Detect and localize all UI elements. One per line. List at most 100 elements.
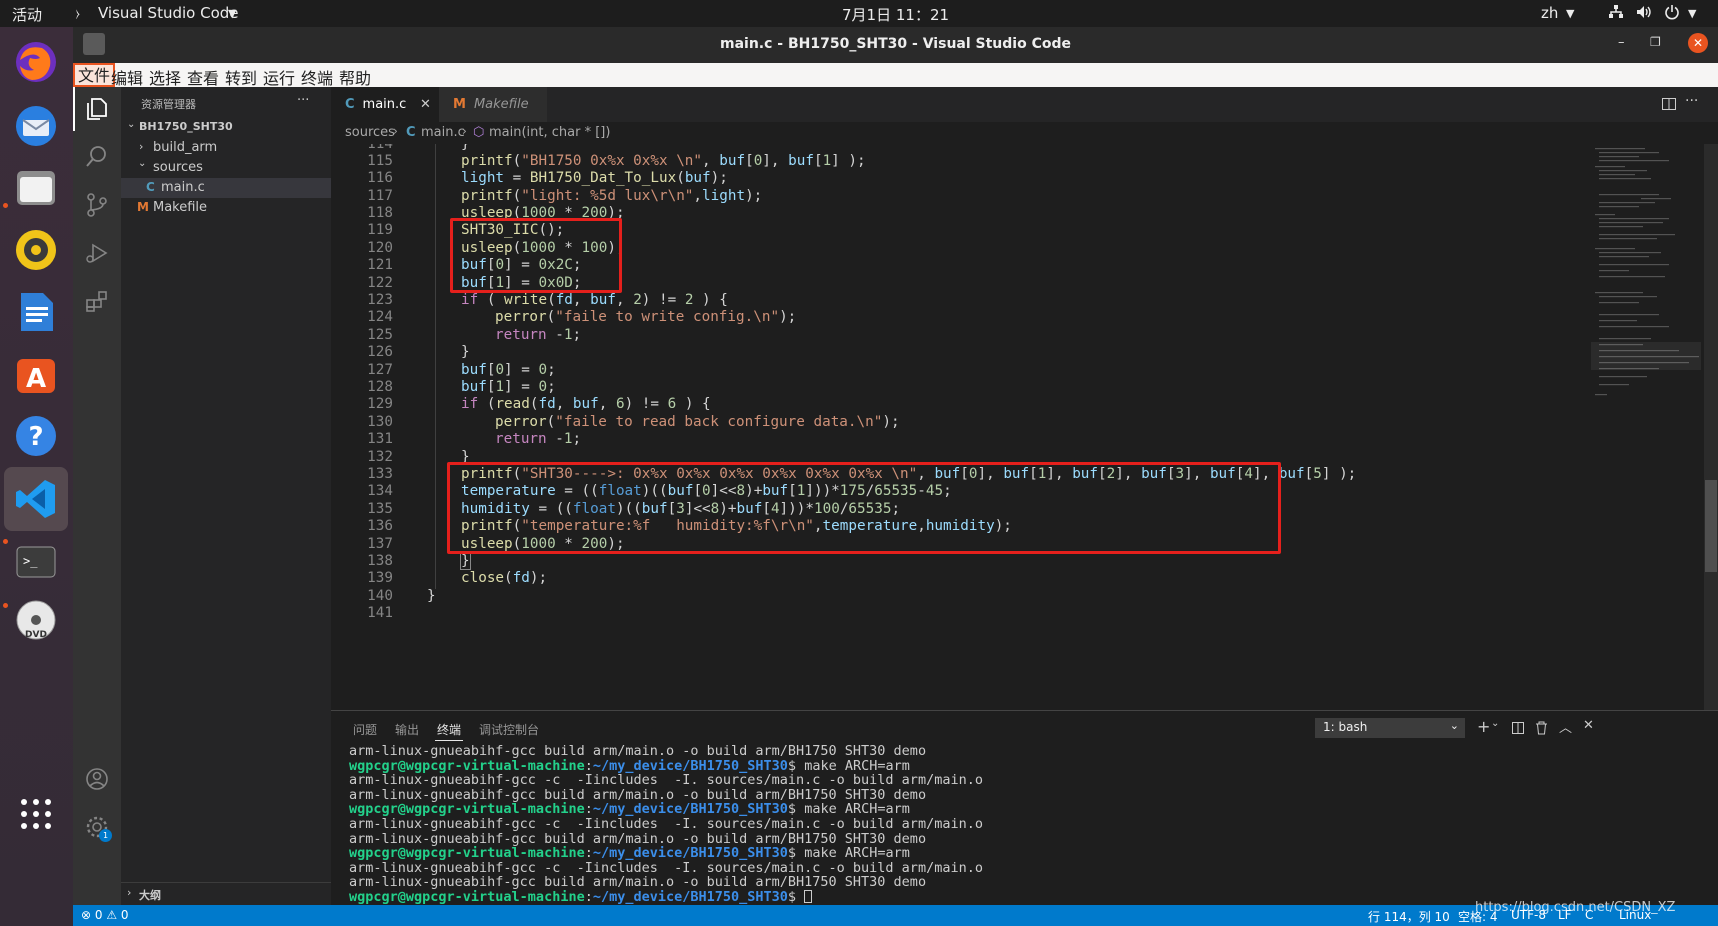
- minimap[interactable]: [1591, 144, 1701, 710]
- menu-help[interactable]: 帮助: [336, 65, 374, 89]
- line-number: 126: [367, 344, 393, 360]
- tree-item-build-arm[interactable]: › build_arm: [121, 138, 331, 158]
- split-editor-icon[interactable]: [1661, 96, 1677, 116]
- extensions-icon[interactable]: [81, 285, 113, 317]
- activities-button[interactable]: 活动: [12, 4, 42, 25]
- terminal-icon[interactable]: >_: [9, 535, 63, 589]
- software-center-icon[interactable]: A: [9, 347, 63, 401]
- settings-gear-icon[interactable]: 1: [81, 811, 113, 843]
- line-number: 119: [367, 222, 393, 238]
- vscode-dock-icon[interactable]: [4, 467, 68, 531]
- tab-main-c[interactable]: C main.c ✕: [331, 87, 439, 122]
- rhythmbox-icon[interactable]: [9, 223, 63, 277]
- volume-icon[interactable]: [1636, 4, 1652, 24]
- line-number: 127: [367, 362, 393, 378]
- project-folder[interactable]: ⌄ BH1750_SHT30: [121, 116, 331, 138]
- menu-view[interactable]: 查看: [184, 65, 222, 89]
- tree-item-makefile[interactable]: M Makefile: [121, 198, 331, 218]
- explorer-more-button[interactable]: ···: [297, 93, 309, 108]
- power-icon[interactable]: [1664, 4, 1680, 24]
- svg-text:A: A: [26, 364, 46, 394]
- makefile-icon: M: [137, 200, 149, 214]
- breadcrumb-folder[interactable]: sources: [345, 125, 395, 140]
- outline-section[interactable]: › 大纲: [121, 882, 331, 905]
- minimize-button[interactable]: –: [1618, 35, 1625, 50]
- bottom-panel: 问题 输出 终端 调试控制台 1: bash ⌄ + ⌄ ︿ ✕ arm-lin…: [331, 710, 1718, 905]
- scrollbar-thumb[interactable]: [1705, 480, 1717, 572]
- menu-bar: 文件 编辑 选择 查看 转到 运行 终端 帮助: [73, 63, 1718, 89]
- code-line: buf[1] = 0;: [461, 379, 556, 395]
- help-icon[interactable]: ?: [9, 409, 63, 463]
- network-icon[interactable]: [1608, 4, 1624, 24]
- launch-profile-chevron-icon[interactable]: ⌄: [1491, 718, 1499, 729]
- terminal-prompt-line: wgpcgr@wgpcgr-virtual-machine:~/my_devic…: [349, 845, 910, 862]
- editor-area: C main.c ✕ M Makefile ··· sources › C ma…: [331, 87, 1718, 905]
- code-line: return -1;: [495, 431, 582, 447]
- source-control-icon[interactable]: [81, 189, 113, 221]
- activity-bar: 1: [73, 87, 121, 905]
- chevron-right-icon: ›: [393, 124, 398, 138]
- highlight-box-sht30-config: [450, 218, 622, 293]
- code-editor[interactable]: 114 115 116 117 118 119 120 121 122 123 …: [331, 144, 1718, 710]
- svg-text:?: ?: [28, 422, 43, 452]
- close-window-button[interactable]: ✕: [1688, 33, 1708, 53]
- breadcrumb-file[interactable]: main.c: [421, 125, 465, 140]
- tab-output[interactable]: 输出: [395, 721, 419, 738]
- maximize-panel-chevron-up-icon[interactable]: ︿: [1559, 717, 1572, 736]
- line-number: 133: [367, 466, 393, 482]
- breadcrumb-symbol[interactable]: main(int, char * []): [489, 125, 610, 140]
- editor-more-button[interactable]: ···: [1685, 93, 1698, 109]
- line-number: 125: [367, 327, 393, 343]
- editor-tabs: C main.c ✕ M Makefile ···: [331, 87, 1718, 122]
- menu-selection[interactable]: 选择: [146, 65, 184, 89]
- tab-debug-console[interactable]: 调试控制台: [479, 721, 539, 738]
- run-debug-icon[interactable]: [81, 237, 113, 269]
- tab-terminal[interactable]: 终端: [437, 721, 461, 738]
- chevron-right-icon: ›: [139, 140, 144, 153]
- kill-terminal-trash-icon[interactable]: [1535, 720, 1548, 739]
- tab-problems[interactable]: 问题: [353, 721, 377, 738]
- system-top-bar: 活动 ⧽ Visual Studio Code ▼ 7月1日 11：21 zh …: [0, 0, 1718, 27]
- input-method[interactable]: zh: [1541, 4, 1558, 22]
- accounts-icon[interactable]: [81, 763, 113, 795]
- vertical-scrollbar[interactable]: [1704, 144, 1718, 710]
- running-indicator: [3, 603, 8, 608]
- running-indicator: [3, 539, 8, 544]
- chevron-down-icon: ⌄: [138, 158, 147, 169]
- menu-edit[interactable]: 编辑: [108, 65, 146, 89]
- line-number: 121: [367, 257, 393, 273]
- tree-item-sources[interactable]: ⌄ sources: [121, 158, 331, 178]
- restore-button[interactable]: ❐: [1650, 35, 1661, 49]
- close-tab-icon[interactable]: ✕: [420, 97, 431, 112]
- clock[interactable]: 7月1日 11：21: [842, 4, 949, 25]
- terminal-line: arm-linux-gnueabihf-gcc build arm/main.o…: [349, 786, 927, 803]
- line-number: 131: [367, 431, 393, 447]
- menu-terminal[interactable]: 终端: [298, 65, 336, 89]
- firefox-icon[interactable]: [9, 35, 63, 89]
- line-number: 141: [367, 605, 393, 621]
- menu-run[interactable]: 运行: [260, 65, 298, 89]
- explorer-icon[interactable]: [81, 93, 113, 125]
- thunderbird-icon[interactable]: [9, 99, 63, 153]
- problems-status[interactable]: ⊗ 0 ⚠ 0: [81, 908, 129, 922]
- close-panel-icon[interactable]: ✕: [1583, 718, 1594, 733]
- line-number: 117: [367, 188, 393, 204]
- terminal-output[interactable]: arm-linux-gnueabihf-gcc build arm/main.o…: [349, 744, 983, 905]
- tab-makefile[interactable]: M Makefile: [439, 87, 547, 122]
- split-terminal-icon[interactable]: [1511, 720, 1525, 739]
- writer-icon[interactable]: [9, 285, 63, 339]
- line-number: 114: [367, 144, 393, 152]
- tree-item-main-c[interactable]: C main.c: [121, 178, 331, 198]
- menu-go[interactable]: 转到: [222, 65, 260, 89]
- line-number: 118: [367, 205, 393, 221]
- search-icon[interactable]: [81, 141, 113, 173]
- chevron-down-icon: ⌄: [1449, 719, 1459, 732]
- dvd-icon[interactable]: DVD: [9, 593, 63, 647]
- cursor-position[interactable]: 行 114，列 10: [1368, 908, 1450, 925]
- show-apps-icon[interactable]: [19, 797, 53, 835]
- line-number: 115: [367, 153, 393, 169]
- terminal-select[interactable]: 1: bash ⌄: [1315, 718, 1465, 738]
- new-terminal-icon[interactable]: +: [1477, 717, 1490, 736]
- files-icon[interactable]: [9, 161, 63, 215]
- app-menu[interactable]: Visual Studio Code: [98, 4, 239, 22]
